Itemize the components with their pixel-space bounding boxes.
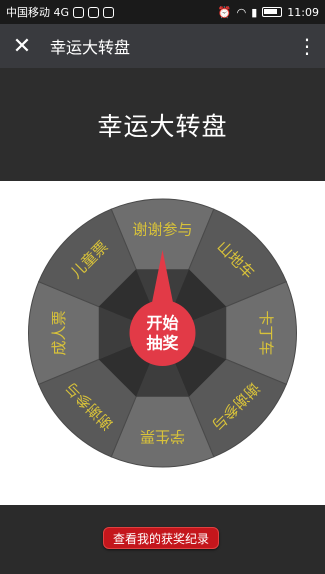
start-draw-label: 开始 [146,314,178,333]
battery-icon [262,7,283,17]
prize-wheel[interactable]: 谢谢参与山地车卡丁车谢谢参与学生票谢谢参与成人票儿童票开始抽奖 [0,181,325,505]
prize-label: 学生票 [140,428,185,446]
clock: 11:09 [287,5,319,19]
page-title: 幸运大转盘 [50,38,131,57]
close-icon: ✕ [12,33,32,59]
more-vertical-icon: ⋮ [297,34,317,58]
header-banner: 幸运大转盘 [0,68,325,181]
notification-icon [88,6,100,18]
prize-label: 卡丁车 [257,310,275,355]
top-bar: ✕ 幸运大转盘 ⋮ [0,24,325,68]
status-bar: 中国移动 4G ⏰ ◠ ▮ 11:09 [0,0,325,24]
notification-icon [73,6,85,18]
prize-label: 成人票 [50,310,68,355]
wheel-area: 谢谢参与 山地车 卡丁车 谢谢参与 学生票 谢谢参与 成人票 儿童票 开始 抽奖 [0,181,325,505]
close-button[interactable]: ✕ [0,24,44,68]
prize-label: 谢谢参与 [132,221,192,239]
view-records-button[interactable]: 查看我的获奖纪录 [103,527,219,549]
footer: 查看我的获奖纪录 [0,505,325,574]
header-title: 幸运大转盘 [97,111,228,141]
alarm-icon: ⏰ [217,5,232,19]
more-button[interactable]: ⋮ [289,24,325,68]
carrier-label: 中国移动 4G [6,6,70,19]
start-draw-label: 抽奖 [146,334,179,353]
wifi-icon: ◠ [236,5,247,19]
signal-icon: ▮ [251,5,258,19]
notification-icon [103,6,115,18]
